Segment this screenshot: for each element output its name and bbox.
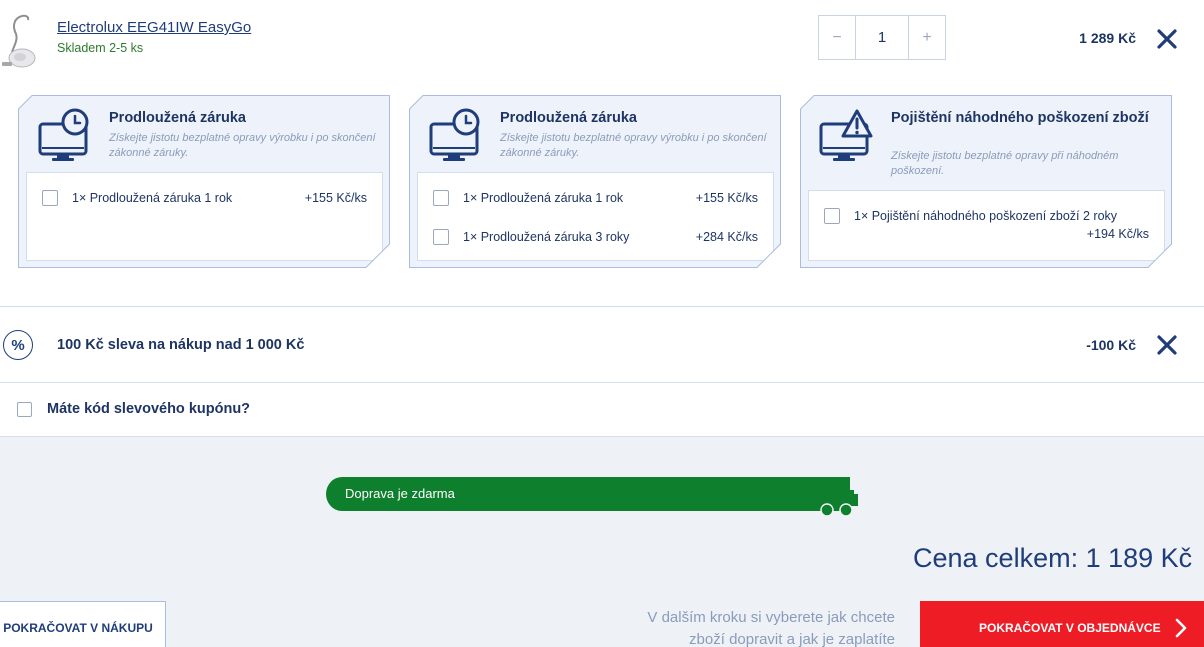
- option-row: 1× Pojištění náhodného poškození zboží 2…: [809, 206, 1164, 226]
- option-price-row: +194 Kč/ks: [809, 224, 1164, 244]
- option-price: +155 Kč/ks: [695, 191, 758, 205]
- monitor-clock-icon: [37, 108, 93, 164]
- cart-item-row: Electrolux EEG41IW EasyGo Skladem 2-5 ks…: [0, 0, 1204, 90]
- close-icon[interactable]: [1156, 28, 1178, 50]
- card-description: Získejte jistotu bezplatné opravy výrobk…: [500, 132, 767, 159]
- quantity-increase-button[interactable]: +: [909, 16, 945, 59]
- product-name-link[interactable]: Electrolux EEG41IW EasyGo: [57, 19, 251, 36]
- quantity-decrease-button[interactable]: −: [819, 16, 855, 59]
- product-price: 1 289 Kč: [1079, 30, 1136, 46]
- option-checkbox[interactable]: [824, 208, 840, 224]
- next-step-note: V dalším kroku si vyberete jak chcete zb…: [560, 607, 895, 647]
- option-row: 1× Prodloužená záruka 1 rok +155 Kč/ks: [418, 188, 773, 208]
- option-label[interactable]: 1× Pojištění náhodného poškození zboží 2…: [854, 209, 1117, 223]
- warranty-card-1: Prodloužená záruka Získejte jistotu bezp…: [18, 95, 390, 268]
- warranty-card-2: Prodloužená záruka Získejte jistotu bezp…: [409, 95, 781, 268]
- card-description: Získejte jistotu bezplatné opravy při ná…: [891, 150, 1119, 177]
- continue-shopping-button[interactable]: POKRAČOVAT V NÁKUPU: [0, 601, 166, 647]
- option-price: +284 Kč/ks: [695, 230, 758, 244]
- continue-order-label: POKRAČOVAT V OBJEDNÁVCE: [979, 621, 1161, 635]
- monitor-clock-icon: [428, 108, 484, 164]
- card-options: 1× Pojištění náhodného poškození zboží 2…: [808, 190, 1165, 261]
- chevron-right-icon: [1175, 618, 1187, 638]
- card-title: Prodloužená záruka: [109, 110, 246, 126]
- monitor-warning-icon: [819, 108, 875, 164]
- option-row: 1× Prodloužená záruka 1 rok +155 Kč/ks: [27, 188, 382, 208]
- card-title: Pojištění náhodného poškození zboží: [891, 110, 1149, 126]
- next-step-note-line2: zboží dopravit a jak je zaplatíte: [689, 631, 895, 647]
- option-row: 1× Prodloužená záruka 3 roky +284 Kč/ks: [418, 227, 773, 247]
- card-options: 1× Prodloužená záruka 1 rok +155 Kč/ks 1…: [417, 172, 774, 261]
- option-label[interactable]: 1× Prodloužená záruka 1 rok: [72, 191, 232, 205]
- close-icon[interactable]: [1156, 334, 1178, 356]
- stock-status: Skladem 2-5 ks: [57, 41, 144, 55]
- percent-icon: %: [3, 330, 33, 360]
- vacuum-cleaner-image: [2, 14, 36, 68]
- divider: [0, 306, 1204, 307]
- option-checkbox[interactable]: [433, 229, 449, 245]
- card-options: 1× Prodloužená záruka 1 rok +155 Kč/ks: [26, 172, 383, 261]
- option-price: +194 Kč/ks: [1086, 227, 1149, 241]
- total-price: Cena celkem: 1 189 Kč: [913, 543, 1193, 573]
- continue-order-button[interactable]: POKRAČOVAT V OBJEDNÁVCE: [920, 601, 1204, 647]
- option-label[interactable]: 1× Prodloužená záruka 3 roky: [463, 230, 629, 244]
- card-description: Získejte jistotu bezplatné opravy výrobk…: [109, 132, 376, 159]
- divider: [0, 382, 1204, 383]
- option-price: +155 Kč/ks: [304, 191, 367, 205]
- coupon-checkbox[interactable]: [17, 402, 32, 417]
- option-checkbox[interactable]: [42, 190, 58, 206]
- discount-label: 100 Kč sleva na nákup nad 1 000 Kč: [57, 337, 305, 353]
- discount-value: -100 Kč: [1086, 337, 1136, 353]
- card-title: Prodloužená záruka: [500, 110, 637, 126]
- option-checkbox[interactable]: [433, 190, 449, 206]
- option-label[interactable]: 1× Prodloužená záruka 1 rok: [463, 191, 623, 205]
- insurance-card: Pojištění náhodného poškození zboží Získ…: [800, 95, 1172, 268]
- next-step-note-line1: V dalším kroku si vyberete jak chcete: [647, 609, 895, 626]
- free-shipping-label: Doprava je zdarma: [345, 486, 455, 501]
- quantity-input[interactable]: 1: [855, 16, 909, 59]
- quantity-stepper: − 1 +: [818, 15, 946, 60]
- coupon-label[interactable]: Máte kód slevového kupónu?: [47, 401, 250, 417]
